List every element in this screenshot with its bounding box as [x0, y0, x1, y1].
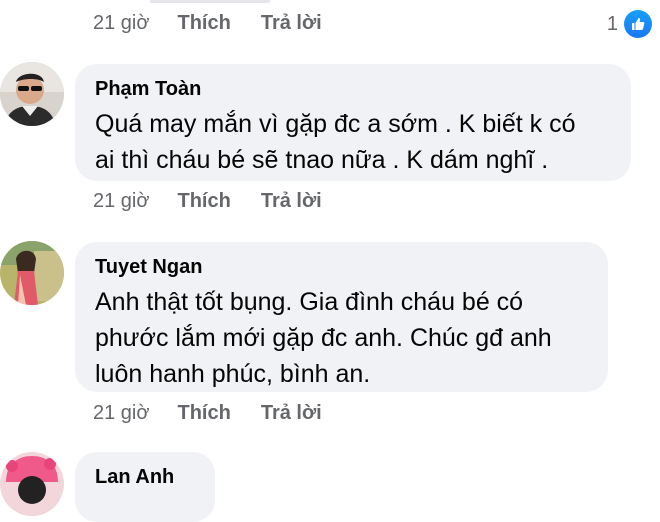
comment-line: ai thì cháu bé sẽ tnao nữa . K dám nghĩ … [95, 146, 549, 174]
comment-text: Quá may mắn vì gặp đc a sớm . K biết k c… [95, 106, 615, 178]
like-action[interactable]: Thích [177, 402, 230, 425]
reaction-number: 1 [606, 12, 618, 35]
avatar[interactable] [0, 241, 64, 305]
like-action[interactable]: Thích [177, 12, 230, 35]
commenter-name[interactable]: Tuyet Ngan [95, 254, 592, 280]
avatar[interactable] [0, 62, 64, 126]
like-action[interactable]: Thích [177, 190, 230, 213]
comment-bubble: Phạm Toàn Quá may mắn vì gặp đc a sớm . … [75, 64, 631, 181]
comment-time[interactable]: 21 giờ [93, 190, 149, 213]
commenter-name[interactable]: Phạm Toàn [95, 76, 615, 102]
thumbs-up-icon [624, 10, 652, 38]
comment-line: Anh thật tốt bụng. Gia đình cháu bé có [95, 288, 524, 316]
avatar[interactable] [0, 452, 64, 516]
comment-time[interactable]: 21 giờ [93, 402, 149, 425]
comment-actions: 21 giờ Thích Trả lời [93, 190, 322, 213]
comment-actions-top: 21 giờ Thích Trả lời [93, 12, 322, 35]
comment-line: luôn hanh phúc, bình an. [95, 360, 371, 388]
comment-actions: 21 giờ Thích Trả lời [93, 402, 322, 425]
comment-bubble: Lan Anh [75, 452, 215, 522]
comment-text: Anh thật tốt bụng. Gia đình cháu bé có p… [95, 284, 592, 392]
reply-action[interactable]: Trả lời [261, 402, 322, 425]
comment-time[interactable]: 21 giờ [93, 12, 149, 35]
commenter-name[interactable]: Lan Anh [95, 464, 199, 490]
reply-action[interactable]: Trả lời [261, 12, 322, 35]
comment-bubble: Tuyet Ngan Anh thật tốt bụng. Gia đình c… [75, 242, 608, 392]
reply-action[interactable]: Trả lời [261, 190, 322, 213]
comment-line: phước lắm mới gặp đc anh. Chúc gđ anh [95, 324, 552, 352]
comment-line: Quá may mắn vì gặp đc a sớm . K biết k c… [95, 110, 576, 138]
reaction-count[interactable]: 1 [607, 10, 652, 38]
top-divider [150, 0, 270, 3]
